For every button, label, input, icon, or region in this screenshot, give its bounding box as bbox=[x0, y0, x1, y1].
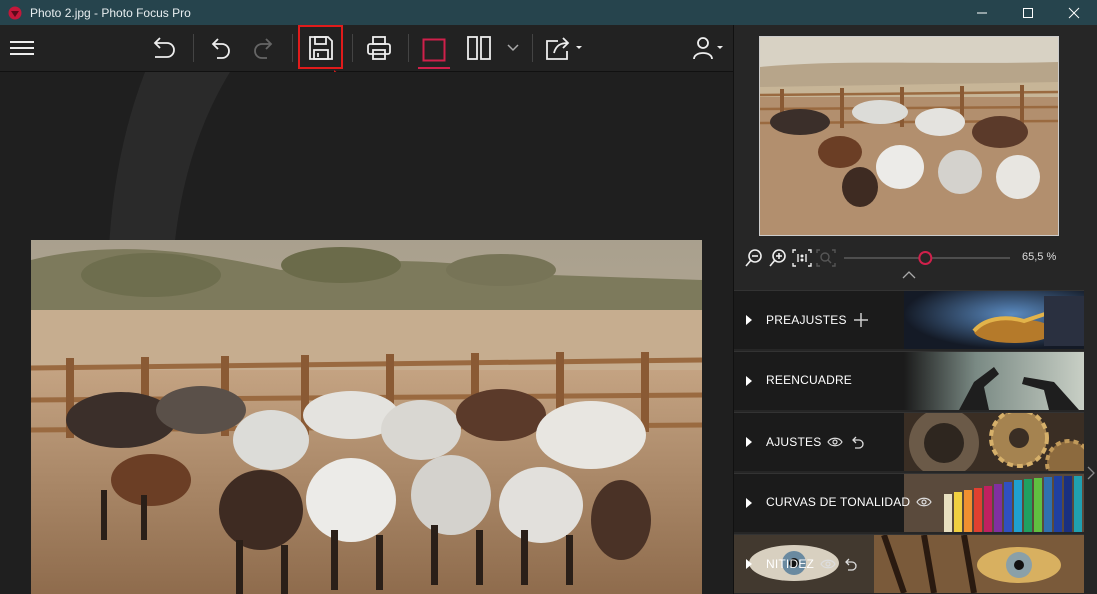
close-button[interactable] bbox=[1051, 0, 1097, 25]
main-photo[interactable] bbox=[31, 240, 702, 594]
menu-button[interactable] bbox=[6, 33, 38, 63]
expand-arrow-icon bbox=[746, 498, 752, 508]
main-toolbar bbox=[0, 25, 733, 72]
expand-arrow-icon bbox=[746, 559, 752, 569]
ajustes-banner-image bbox=[904, 413, 1084, 471]
panel-label: PREAJUSTES bbox=[766, 313, 847, 327]
preajustes-banner-image bbox=[904, 291, 1084, 349]
zoom-slider[interactable] bbox=[842, 250, 1012, 266]
expand-arrow-icon bbox=[746, 376, 752, 386]
expand-side-panel-icon[interactable] bbox=[1086, 465, 1096, 481]
maximize-button[interactable] bbox=[1005, 0, 1051, 25]
zoom-controls: 65,5 % bbox=[734, 245, 1097, 279]
maximize-icon bbox=[1023, 7, 1033, 18]
minimize-icon bbox=[977, 12, 987, 13]
reencuadre-banner-image bbox=[904, 352, 1084, 410]
panel-preajustes[interactable]: PREAJUSTES bbox=[734, 290, 1084, 349]
collapse-navigator-icon[interactable] bbox=[902, 271, 916, 279]
visibility-eye-icon[interactable] bbox=[827, 436, 844, 448]
window-title: Photo 2.jpg - Photo Focus Pro bbox=[30, 5, 191, 20]
title-bar: Photo 2.jpg - Photo Focus Pro bbox=[0, 0, 1097, 25]
single-view-button[interactable] bbox=[418, 33, 450, 69]
horses-photo-image bbox=[31, 240, 702, 594]
panel-label: NITIDEZ bbox=[766, 557, 815, 571]
add-preset-icon[interactable] bbox=[853, 312, 869, 328]
actual-size-icon[interactable] bbox=[791, 248, 813, 268]
share-icon bbox=[546, 37, 582, 60]
zoom-in-icon[interactable] bbox=[768, 248, 788, 268]
app-logo-icon bbox=[8, 6, 22, 19]
reset-icon[interactable] bbox=[842, 556, 858, 572]
expand-arrow-icon bbox=[746, 437, 752, 447]
single-view-icon bbox=[422, 38, 446, 62]
zoom-out-icon[interactable] bbox=[744, 248, 764, 268]
undo-all-button[interactable] bbox=[148, 33, 180, 63]
split-view-icon bbox=[467, 36, 491, 60]
image-canvas[interactable] bbox=[0, 72, 733, 594]
navigator-thumbnail-image bbox=[760, 37, 1058, 235]
close-icon bbox=[1068, 7, 1080, 18]
hamburger-menu-icon bbox=[10, 41, 34, 55]
panel-label: AJUSTES bbox=[766, 435, 822, 449]
redo-button[interactable] bbox=[248, 33, 280, 63]
user-icon bbox=[693, 37, 723, 60]
visibility-eye-icon[interactable] bbox=[820, 558, 836, 570]
panel-ajustes[interactable]: AJUSTES bbox=[734, 412, 1084, 471]
reset-icon[interactable] bbox=[849, 434, 865, 450]
panel-label: CURVAS DE TONALIDAD bbox=[766, 495, 911, 509]
panel-nitidez[interactable]: NITIDEZ bbox=[734, 534, 1084, 593]
undo-all-icon bbox=[153, 37, 175, 58]
panel-curvas-de-tonalidad[interactable]: CURVAS DE TONALIDAD bbox=[734, 473, 1084, 532]
panel-reencuadre[interactable]: REENCUADRE bbox=[734, 351, 1084, 410]
undo-button[interactable] bbox=[204, 33, 236, 63]
chevron-down-icon bbox=[507, 44, 519, 52]
user-account-button[interactable] bbox=[690, 33, 728, 63]
minimize-button[interactable] bbox=[959, 0, 1005, 25]
view-dropdown-button[interactable] bbox=[501, 33, 525, 63]
share-button[interactable] bbox=[543, 33, 585, 63]
save-button-highlight bbox=[298, 25, 343, 69]
expand-arrow-icon bbox=[746, 315, 752, 325]
print-icon bbox=[367, 36, 391, 60]
right-panel: 65,5 % PREAJUSTES REENCUADRE AJUSTES CUR… bbox=[733, 25, 1097, 594]
panel-label: REENCUADRE bbox=[766, 373, 853, 387]
navigator-thumbnail[interactable] bbox=[759, 36, 1059, 236]
redo-icon bbox=[254, 38, 273, 59]
split-view-button[interactable] bbox=[463, 33, 495, 63]
zoom-percentage: 65,5 % bbox=[1022, 251, 1057, 263]
print-button[interactable] bbox=[363, 33, 395, 63]
fit-to-screen-icon[interactable] bbox=[815, 248, 837, 268]
visibility-eye-icon[interactable] bbox=[916, 496, 932, 508]
undo-icon bbox=[211, 38, 230, 59]
